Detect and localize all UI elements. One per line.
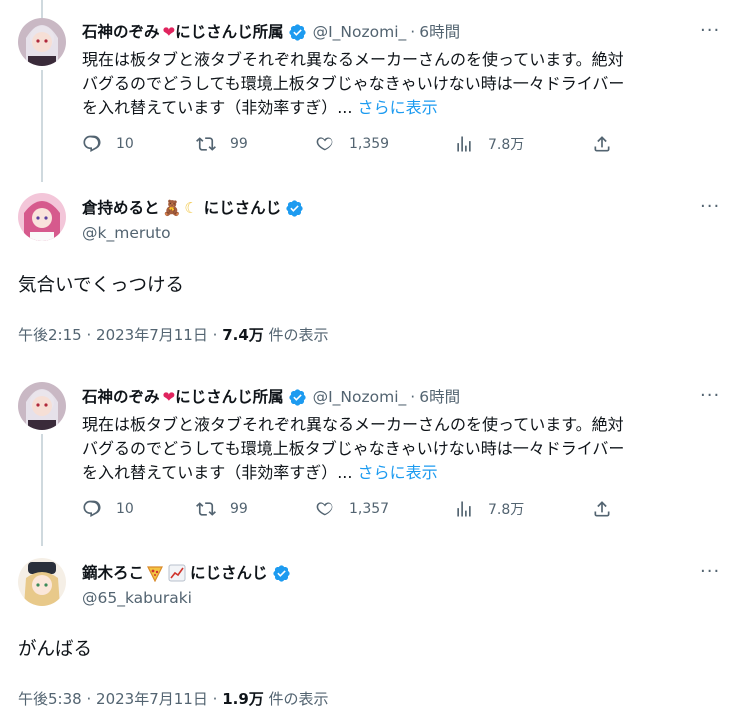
tweet2-handle[interactable]: @I_Nozomi_ <box>313 387 407 407</box>
reply2-views-suffix: 件の表示 <box>268 690 329 708</box>
reply1-time[interactable]: 午後2:15 <box>18 326 82 344</box>
avatar-roco[interactable] <box>18 558 66 606</box>
reply2-affiliation[interactable]: にじさんじ <box>190 563 268 583</box>
tweet1-display-name[interactable]: 石神のぞみ <box>82 22 160 42</box>
tweet1-views-count: 7.8万 <box>488 137 525 153</box>
reply1-date[interactable]: 2023年7月11日 <box>96 326 208 344</box>
tweet1-reply-count: 10 <box>116 136 134 152</box>
tweet1-share-button[interactable] <box>592 134 612 154</box>
reply2-date[interactable]: 2023年7月11日 <box>96 690 208 708</box>
heart-emoji-icon: ❤ <box>162 23 176 41</box>
heart-emoji-icon: ❤ <box>162 388 176 406</box>
separator-dot: · <box>212 326 218 344</box>
tweet1-text-line3: を入れ替えています（非効率すぎ）... <box>82 98 353 117</box>
tweet2-header: 石神のぞみ ❤ にじさんじ所属 @I_Nozomi_ · 6時間 <box>82 387 460 407</box>
separator-dot: · <box>410 388 416 406</box>
tweet2-text-line2: バグるのでどうしても環境上板タブじゃなきゃいけない時は一々ドライバー <box>82 439 625 458</box>
tweet2-retweet-count: 99 <box>230 501 248 517</box>
tweet2-share-button[interactable] <box>592 499 612 519</box>
separator-dot: · <box>86 690 92 708</box>
reply-icon <box>83 500 101 517</box>
reply1-affiliation[interactable]: にじさんじ <box>204 198 282 218</box>
reply1-header: 倉持めると 🧸 ☾ にじさんじ <box>82 198 310 218</box>
views-icon <box>457 136 471 152</box>
like-icon <box>316 137 333 151</box>
reply1-views-suffix: 件の表示 <box>268 326 329 344</box>
reply2-display-name[interactable]: 鏑木ろこ <box>82 563 144 583</box>
retweet-icon <box>196 137 216 151</box>
tweet1-header: 石神のぞみ ❤ にじさんじ所属 @I_Nozomi_ · 6時間 <box>82 22 460 42</box>
separator-dot: · <box>410 23 416 41</box>
tweet1-more-icon[interactable]: ··· <box>700 20 720 41</box>
tweet1-text: 現在は板タブと液タブそれぞれ異なるメーカーさんのを使っています。絶対 バグるので… <box>82 48 732 120</box>
tweet1-views-button[interactable]: 7.8万 <box>454 134 524 154</box>
reply1-views: 7.4万 <box>222 326 264 344</box>
reply-icon <box>83 135 101 152</box>
tweet2-retweet-button[interactable]: 99 <box>196 499 248 519</box>
tweet1-text-line1: 現在は板タブと液タブそれぞれ異なるメーカーさんのを使っています。絶対 <box>82 50 624 69</box>
reply2-handle[interactable]: @65_kaburaki <box>82 589 192 607</box>
tweet2-text-line1: 現在は板タブと液タブそれぞれ異なるメーカーさんのを使っています。絶対 <box>82 415 624 434</box>
like-icon <box>316 502 333 516</box>
reply2-more-icon[interactable]: ··· <box>700 561 720 582</box>
tweet2-views-button[interactable]: 7.8万 <box>454 499 524 519</box>
teddy-bear-icon: 🧸 <box>162 199 182 217</box>
reply2-text: がんばる <box>18 639 93 660</box>
reply2-meta: 午後5:38 · 2023年7月11日 · 1.9万 件の表示 <box>18 688 329 709</box>
reply1-display-name[interactable]: 倉持めると <box>82 198 160 218</box>
avatar-nozomi-2[interactable] <box>18 382 66 430</box>
moon-icon: ☾ <box>184 199 198 217</box>
separator-dot: · <box>86 326 92 344</box>
reply1-text: 気合いでくっつける <box>18 275 184 296</box>
verified-badge-icon <box>288 23 306 41</box>
separator-dot: · <box>212 690 218 708</box>
tweet2-like-count: 1,357 <box>349 501 390 517</box>
tweet2-affiliation[interactable]: にじさんじ所属 <box>175 387 284 407</box>
reply2-views: 1.9万 <box>222 690 264 708</box>
tweet1-reply-button[interactable]: 10 <box>82 134 134 154</box>
avatar-meruto[interactable] <box>18 193 66 241</box>
tweet2-display-name[interactable]: 石神のぞみ <box>82 387 160 407</box>
chart-increasing-icon <box>168 564 186 582</box>
reply2-time[interactable]: 午後5:38 <box>18 690 82 708</box>
tweet2-reply-count: 10 <box>116 501 134 517</box>
thread-line-1 <box>41 70 43 182</box>
share-icon <box>594 501 610 517</box>
pizza-icon <box>147 566 163 582</box>
tweet2-time[interactable]: 6時間 <box>419 387 460 407</box>
tweet1-time[interactable]: 6時間 <box>419 22 460 42</box>
tweet1-show-more-link[interactable]: さらに表示 <box>358 98 438 117</box>
tweet1-text-line2: バグるのでどうしても環境上板タブじゃなきゃいけない時は一々ドライバー <box>82 74 625 93</box>
tweet2-text: 現在は板タブと液タブそれぞれ異なるメーカーさんのを使っています。絶対 バグるので… <box>82 413 732 485</box>
tweet1-handle[interactable]: @I_Nozomi_ <box>313 22 407 42</box>
tweet1-retweet-count: 99 <box>230 136 248 152</box>
avatar-nozomi[interactable] <box>18 18 66 66</box>
verified-badge-icon <box>288 388 306 406</box>
tweet2-views-count: 7.8万 <box>488 502 525 518</box>
tweet2-more-icon[interactable]: ··· <box>700 385 720 406</box>
reply1-more-icon[interactable]: ··· <box>700 196 720 217</box>
tweet2-show-more-link[interactable]: さらに表示 <box>358 463 438 482</box>
thread-line-top <box>41 0 43 18</box>
tweet1-like-button[interactable]: 1,359 <box>315 134 389 154</box>
share-icon <box>594 136 610 152</box>
reply1-handle[interactable]: @k_meruto <box>82 224 171 242</box>
tweet2-text-line3: を入れ替えています（非効率すぎ）... <box>82 463 353 482</box>
views-icon <box>457 501 471 517</box>
reply1-meta: 午後2:15 · 2023年7月11日 · 7.4万 件の表示 <box>18 324 329 345</box>
tweet1-like-count: 1,359 <box>349 136 390 152</box>
retweet-icon <box>196 502 216 516</box>
thread-line-2 <box>41 434 43 546</box>
verified-badge-icon <box>286 199 303 217</box>
tweet2-like-button[interactable]: 1,357 <box>315 499 389 519</box>
reply2-header: 鏑木ろこ にじさんじ <box>82 563 297 583</box>
verified-badge-icon <box>272 564 290 582</box>
tweet2-reply-button[interactable]: 10 <box>82 499 134 519</box>
tweet1-retweet-button[interactable]: 99 <box>196 134 248 154</box>
tweet1-affiliation[interactable]: にじさんじ所属 <box>175 22 284 42</box>
